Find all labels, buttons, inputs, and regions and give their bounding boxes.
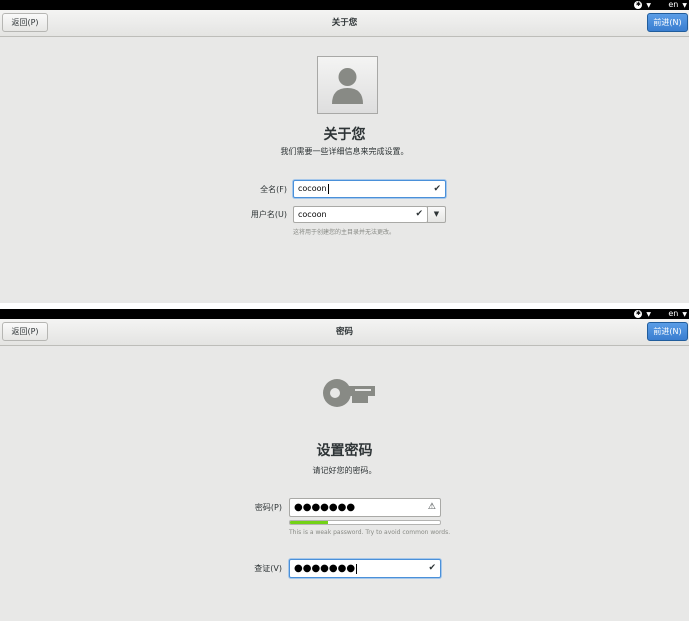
- warning-icon: ⚠: [427, 502, 436, 512]
- password-value: ●●●●●●●: [294, 502, 356, 513]
- chevron-down-icon: ▼: [646, 2, 651, 9]
- language-menu[interactable]: en ▼: [668, 0, 687, 10]
- avatar-button[interactable]: [317, 56, 378, 114]
- page-title: 密码: [335, 327, 353, 337]
- language-label: en: [668, 309, 679, 318]
- language-menu[interactable]: en ▼: [668, 309, 687, 319]
- fullname-label: 全名(F): [260, 185, 287, 194]
- username-dropdown-button[interactable]: ▼: [427, 206, 446, 223]
- chevron-down-icon: ▼: [433, 210, 440, 218]
- fullname-value: cocoon: [298, 184, 327, 193]
- user-avatar-icon: [332, 68, 363, 104]
- accessibility-menu[interactable]: ✱ ▼: [634, 309, 651, 319]
- next-button[interactable]: 前进(N): [647, 13, 688, 32]
- fullname-field[interactable]: cocoon ✔: [293, 180, 446, 198]
- next-button[interactable]: 前进(N): [647, 322, 688, 341]
- check-icon: ✔: [428, 563, 436, 573]
- accessibility-menu[interactable]: ✱ ▼: [634, 0, 651, 10]
- about-you-screen: ✱ ▼ en ▼ 返回(P) 关于您 前进(N) 关于您 我们需要一些详细信息来完成…: [0, 0, 689, 303]
- username-label: 用户名(U): [250, 210, 287, 219]
- password-hint: This is a weak password. Try to avoid co…: [289, 529, 451, 536]
- page-title: 关于您: [331, 18, 358, 28]
- section-subtitle: 请记好您的密码。: [312, 466, 377, 475]
- username-field[interactable]: cocoon ✔: [293, 206, 428, 223]
- username-hint: 这将用于创建您的主目录并无法更改。: [293, 229, 396, 236]
- accessibility-icon: ✱: [634, 309, 643, 318]
- password-strength-fill: [290, 521, 328, 524]
- key-icon: [323, 379, 375, 407]
- top-bar: ✱ ▼ en ▼: [0, 0, 689, 10]
- section-heading: 设置密码: [316, 443, 373, 459]
- chevron-down-icon: ▼: [682, 2, 687, 9]
- accessibility-icon: ✱: [634, 0, 643, 9]
- top-bar: ✱ ▼ en ▼: [0, 309, 689, 319]
- confirm-value: ●●●●●●●: [294, 563, 356, 574]
- chevron-down-icon: ▼: [682, 311, 687, 318]
- check-icon: ✔: [415, 209, 423, 219]
- password-strength-bar: [289, 520, 441, 525]
- username-value: cocoon: [298, 210, 327, 219]
- password-label: 密码(P): [254, 503, 282, 512]
- confirm-label: 查证(V): [254, 564, 282, 573]
- header-bar: 返回(P) 关于您 前进(N): [0, 10, 689, 37]
- section-heading: 关于您: [323, 127, 366, 143]
- check-icon: ✔: [433, 184, 441, 194]
- chevron-down-icon: ▼: [646, 311, 651, 318]
- header-bar: 返回(P) 密码 前进(N): [0, 319, 689, 346]
- language-label: en: [668, 0, 679, 9]
- password-field[interactable]: ●●●●●●● ⚠: [289, 498, 441, 517]
- confirm-password-field[interactable]: ●●●●●●● ✔: [289, 559, 441, 578]
- section-subtitle: 我们需要一些详细信息来完成设置。: [280, 147, 409, 156]
